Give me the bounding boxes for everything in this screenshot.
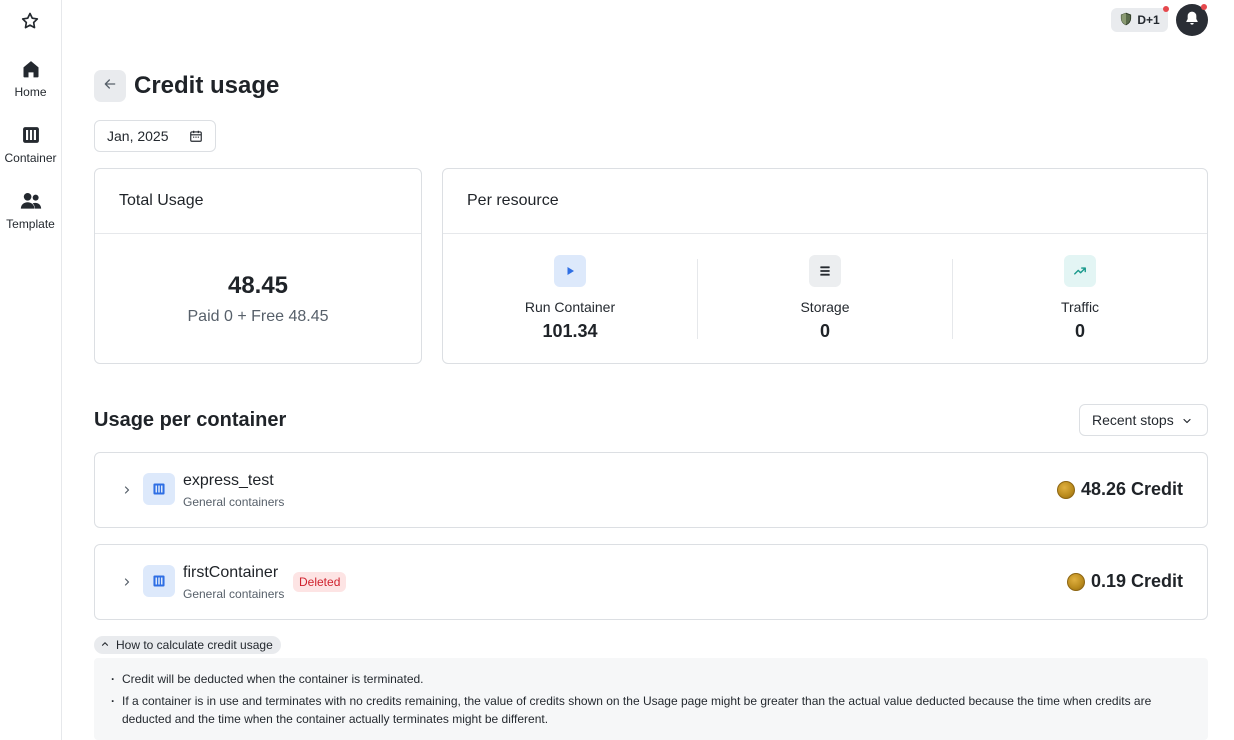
help-item: Credit will be deducted when the contain… [108, 670, 1188, 688]
month-picker[interactable]: Jan, 2025 [94, 120, 216, 152]
container-icon [143, 565, 175, 597]
sidebar-item-home[interactable]: Home [0, 58, 61, 114]
container-type: General containers [183, 587, 285, 601]
container-row[interactable]: firstContainer Deleted General container… [94, 544, 1208, 620]
sidebar-item-label: Container [4, 151, 57, 165]
coin-icon [1066, 572, 1085, 591]
resource-label: Run Container [524, 299, 616, 315]
bell-icon [1184, 10, 1200, 31]
notification-dot [1163, 6, 1169, 12]
chevron-right-icon[interactable] [119, 574, 135, 590]
plan-badge[interactable]: D+1 [1111, 6, 1169, 32]
total-usage-card: Total Usage 48.45 Paid 0 + Free 48.45 [94, 168, 422, 364]
users-icon [20, 190, 42, 212]
container-credit: 48.26 Credit [1056, 479, 1183, 500]
play-icon [554, 255, 586, 287]
home-icon [20, 58, 42, 80]
chevron-up-icon [100, 638, 110, 652]
per-resource-title: Per resource [443, 169, 1207, 234]
container-row[interactable]: express_test General containers 48.26 Cr… [94, 452, 1208, 528]
page-title: Credit usage [134, 72, 280, 99]
sidebar-item-label: Template [6, 217, 55, 231]
help-item: If a container is in use and terminates … [108, 692, 1188, 728]
container-type: General containers [183, 495, 285, 509]
sidebar: Home Container Template [0, 0, 62, 740]
resource-traffic: Traffic 0 [953, 255, 1207, 342]
total-usage-breakdown: Paid 0 + Free 48.45 [187, 308, 329, 325]
total-usage-value: 48.45 [227, 272, 289, 299]
shield-icon [1119, 12, 1133, 29]
container-icon [143, 473, 175, 505]
chevron-right-icon[interactable] [119, 482, 135, 498]
notification-button[interactable] [1176, 4, 1208, 36]
calendar-icon [189, 129, 203, 146]
back-button[interactable] [94, 70, 126, 102]
sidebar-item-template[interactable]: Template [0, 190, 61, 246]
sidebar-item-container[interactable]: Container [0, 124, 61, 180]
resource-value: 0 [819, 321, 830, 341]
per-resource-card: Per resource Run Container 101.34 Storag… [442, 168, 1208, 364]
resource-label: Storage [800, 299, 850, 315]
resource-value: 0 [1074, 321, 1085, 341]
container-name[interactable]: express_test [183, 472, 274, 490]
sort-dropdown[interactable]: Recent stops [1079, 404, 1208, 436]
resource-value: 101.34 [542, 321, 598, 341]
container-credit: 0.19 Credit [1066, 571, 1183, 592]
sort-dropdown-value: Recent stops [1092, 412, 1174, 428]
total-usage-title: Total Usage [95, 169, 421, 234]
plan-badge-label: D+1 [1137, 13, 1160, 27]
sidebar-item-label: Home [14, 85, 47, 99]
resource-storage: Storage 0 [698, 255, 952, 342]
container-credit-value: 0.19 Credit [1090, 571, 1183, 591]
help-toggle[interactable]: How to calculate credit usage [94, 636, 281, 654]
chevron-down-icon [1181, 414, 1193, 430]
help-toggle-label: How to calculate credit usage [116, 638, 273, 652]
container-credit-value: 48.26 Credit [1080, 479, 1183, 499]
resource-run-container: Run Container 101.34 [443, 255, 697, 342]
status-badge: Deleted [293, 572, 347, 592]
container-name[interactable]: firstContainer [183, 564, 278, 582]
arrow-left-icon [102, 76, 118, 97]
container-icon [20, 124, 42, 146]
section-title: Usage per container [94, 409, 287, 431]
star-icon[interactable] [19, 10, 41, 32]
resource-label: Traffic [1060, 299, 1100, 315]
coin-icon [1056, 480, 1075, 499]
month-picker-value: Jan, 2025 [107, 128, 169, 144]
trend-up-icon [1064, 255, 1096, 287]
help-panel: Credit will be deducted when the contain… [94, 658, 1208, 740]
notification-dot [1201, 4, 1207, 10]
storage-icon [809, 255, 841, 287]
